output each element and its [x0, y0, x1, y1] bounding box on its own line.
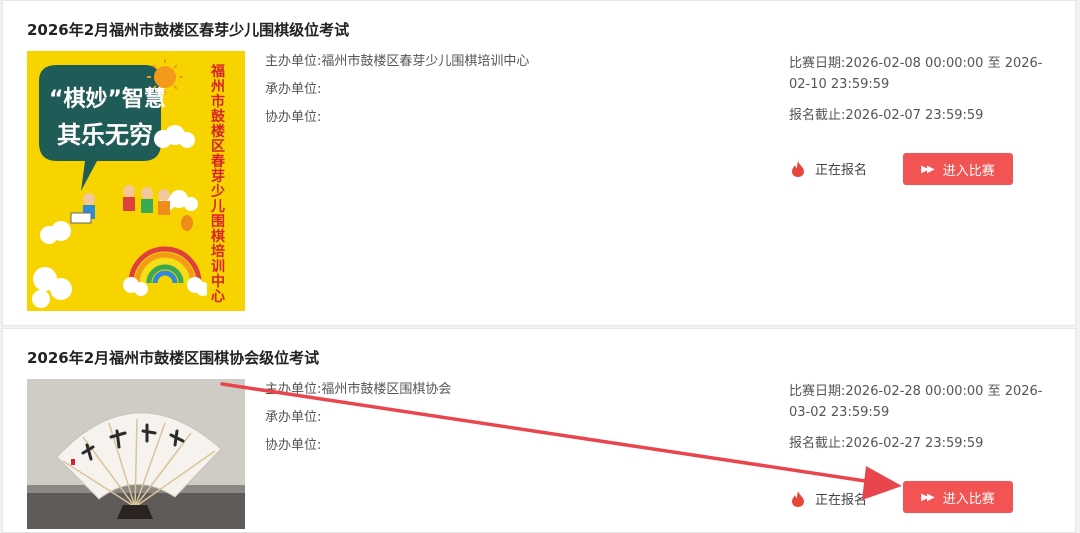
co-organizer: 协办单位: — [265, 438, 322, 453]
undertaker: 承办单位: — [265, 410, 322, 425]
flame-icon — [792, 160, 804, 177]
flame-icon — [792, 490, 804, 507]
registration-deadline: 报名截止:2026-02-07 23:59:59 — [789, 108, 984, 123]
fast-forward-icon: ▶▶ — [921, 163, 934, 175]
enter-button-label: 进入比赛 — [942, 163, 995, 179]
fast-forward-icon: ▶▶ — [921, 491, 934, 503]
competition-card: 2026年2月福州市鼓楼区春芽少儿围棋级位考试 “棋妙”智慧 其乐无穷 福州市鼓… — [2, 0, 1076, 326]
poster-vertical-text: 福州市鼓楼区春芽少儿围棋培训中心 — [211, 64, 225, 305]
competition-meta: 比赛日期:2026-02-08 00:00:00 至 2026-02-10 23… — [789, 53, 1059, 126]
competition-title[interactable]: 2026年2月福州市鼓楼区围棋协会级位考试 — [27, 347, 319, 368]
poster-slogan-2: 其乐无穷 — [57, 121, 153, 149]
competition-date: 比赛日期:2026-02-28 00:00:00 至 2026-03-02 23… — [789, 384, 1043, 420]
organizer: 主办单位:福州市鼓楼区春芽少儿围棋培训中心 — [265, 54, 530, 69]
competition-card: 2026年2月福州市鼓楼区围棋协会级位考试 主办单位:福州市鼓楼区围棋协会 承办… — [2, 328, 1076, 533]
organizer: 主办单位:福州市鼓楼区围棋协会 — [265, 382, 452, 397]
fan-photo — [27, 379, 245, 529]
co-organizer: 协办单位: — [265, 110, 322, 125]
competition-meta: 比赛日期:2026-02-28 00:00:00 至 2026-03-02 23… — [789, 381, 1059, 454]
registration-status: 正在报名 — [791, 159, 867, 178]
status-label: 正在报名 — [815, 163, 868, 178]
organizer-info: 主办单位:福州市鼓楼区围棋协会 承办单位: 协办单位: — [265, 381, 451, 465]
enter-competition-button[interactable]: ▶▶ 进入比赛 — [903, 153, 1013, 185]
enter-competition-button[interactable]: ▶▶ 进入比赛 — [903, 481, 1013, 513]
poster-slogan-1: “棋妙”智慧 — [49, 87, 166, 112]
competition-date: 比赛日期:2026-02-08 00:00:00 至 2026-02-10 23… — [789, 56, 1043, 92]
registration-status: 正在报名 — [791, 489, 867, 508]
registration-deadline: 报名截止:2026-02-27 23:59:59 — [789, 436, 984, 451]
competition-photo[interactable] — [27, 379, 245, 529]
organizer-info: 主办单位:福州市鼓楼区春芽少儿围棋培训中心 承办单位: 协办单位: — [265, 53, 529, 137]
undertaker: 承办单位: — [265, 82, 322, 97]
enter-button-label: 进入比赛 — [942, 491, 995, 507]
competition-title[interactable]: 2026年2月福州市鼓楼区春芽少儿围棋级位考试 — [27, 19, 349, 40]
competition-poster[interactable]: “棋妙”智慧 其乐无穷 福州市鼓楼区春芽少儿围棋培训中心 — [27, 51, 245, 311]
status-label: 正在报名 — [815, 493, 868, 508]
